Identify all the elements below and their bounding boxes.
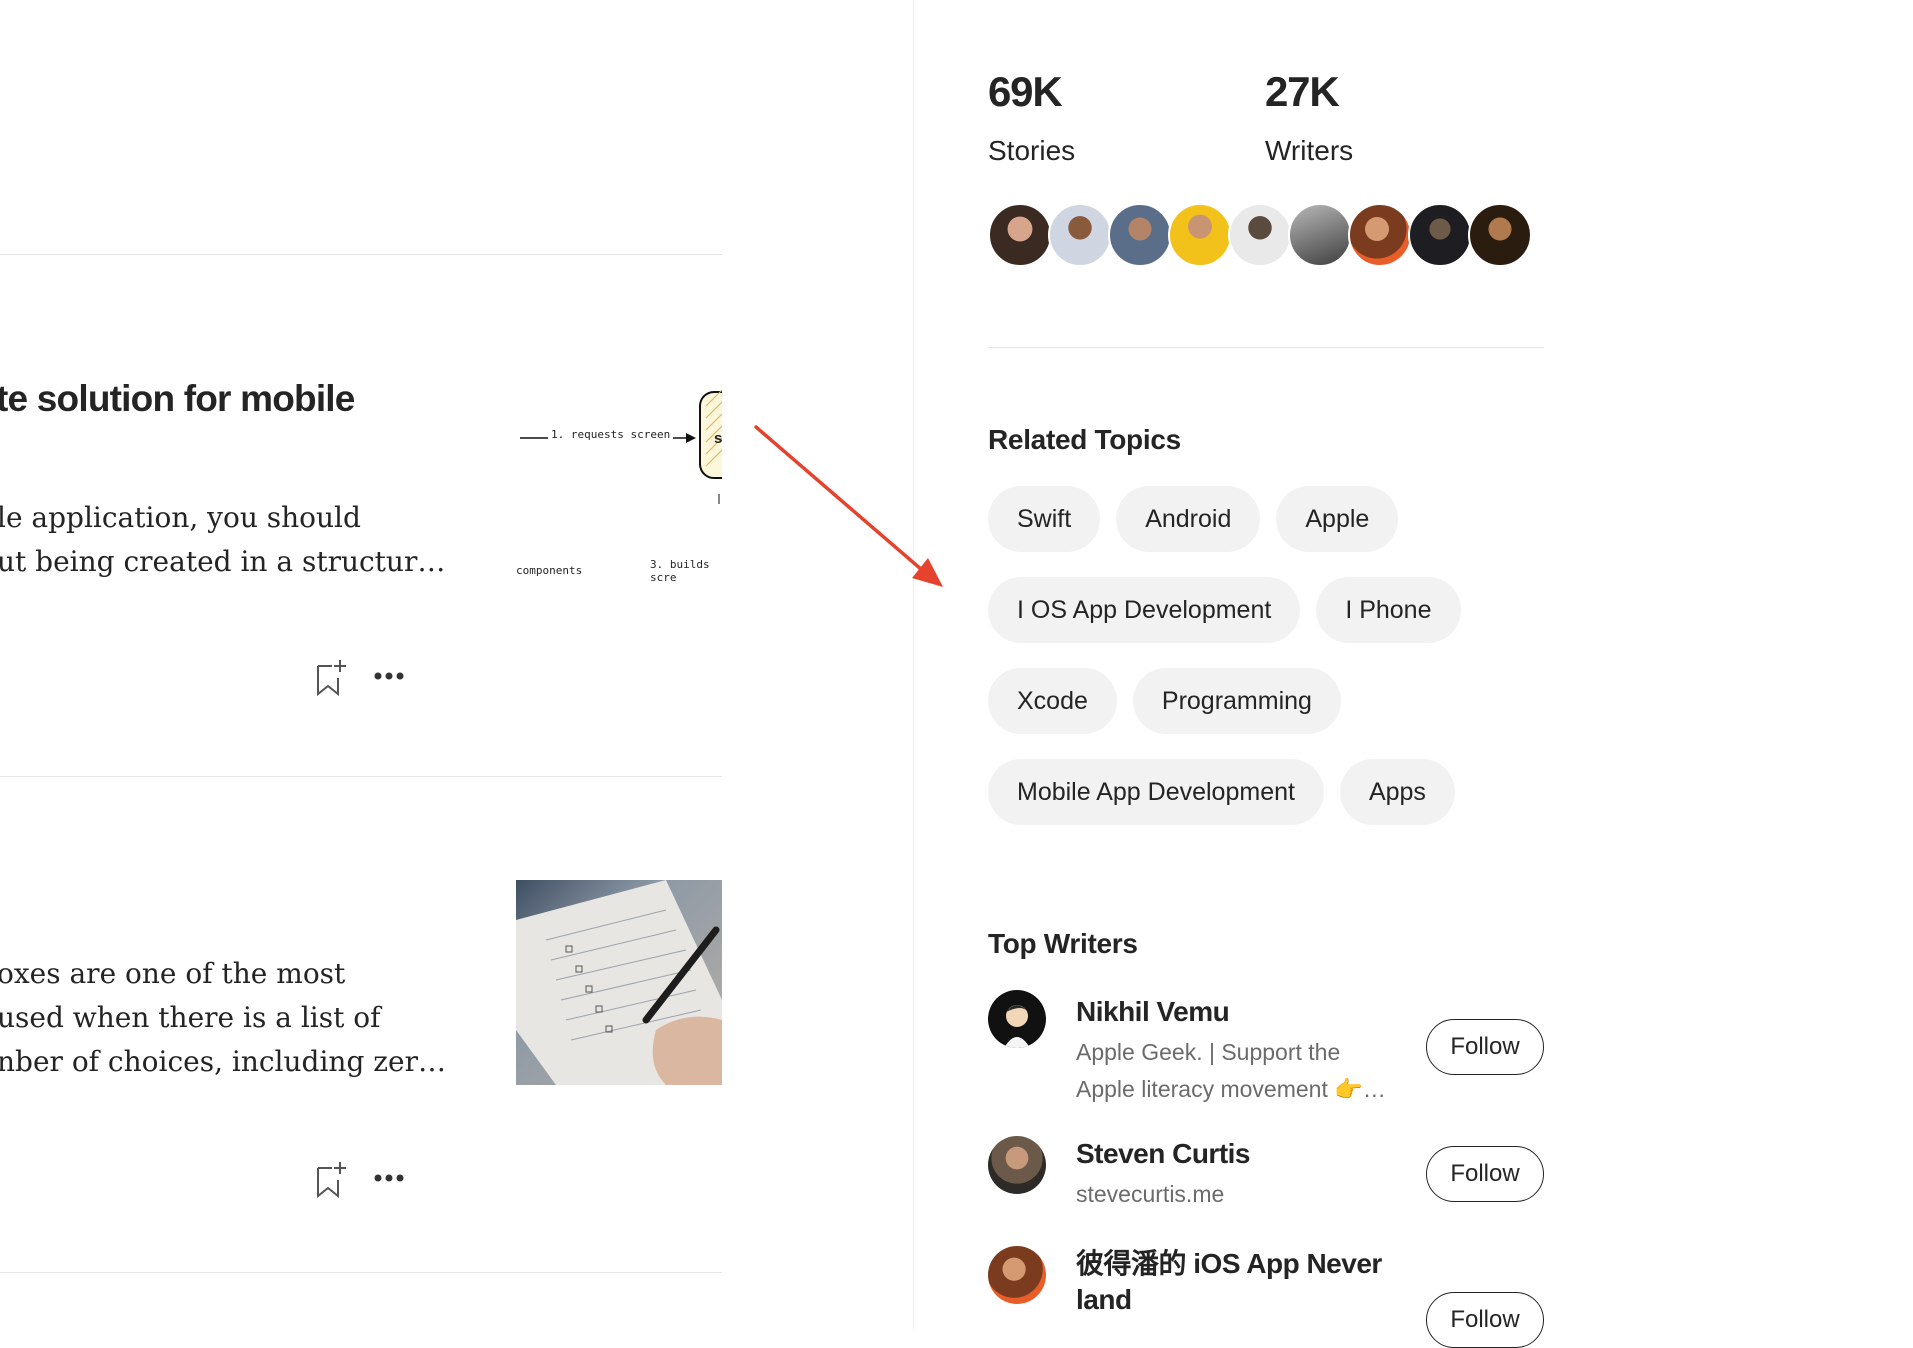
writer-item: Nikhil Vemu Apple Geek. | Support the Ap…: [988, 990, 1544, 1110]
stat-label: Writers: [1265, 135, 1354, 166]
follow-button[interactable]: Follow: [1426, 1292, 1544, 1348]
top-writers-heading: Top Writers: [988, 928, 1138, 959]
writer-name[interactable]: Steven Curtis: [1076, 1136, 1251, 1172]
writer-avatar-stack: [988, 203, 1548, 269]
topic-chip[interactable]: Programming: [1132, 668, 1341, 734]
stat-label: Stories: [988, 135, 1076, 166]
bio-line: Apple literacy movement 👉…: [1076, 1076, 1386, 1102]
avatar[interactable]: [988, 990, 1046, 1048]
avatar[interactable]: [988, 1136, 1046, 1194]
avatar[interactable]: [1408, 203, 1472, 267]
topic-chip[interactable]: Swift: [988, 486, 1101, 552]
annotation-arrow-icon: [754, 425, 943, 587]
writer-name[interactable]: 彼得潘的 iOS App Never land: [1076, 1246, 1382, 1318]
bio-line: stevecurtis.me: [1076, 1181, 1225, 1207]
topic-chip[interactable]: I Phone: [1316, 577, 1461, 643]
writer-name[interactable]: Nikhil Vemu: [1076, 994, 1230, 1030]
avatar[interactable]: [1468, 203, 1532, 267]
avatar[interactable]: [1168, 203, 1232, 267]
avatar[interactable]: [1288, 203, 1352, 267]
avatar[interactable]: [988, 203, 1052, 267]
writer-name-line: 彼得潘的 iOS App Never: [1076, 1248, 1382, 1279]
avatar[interactable]: [1108, 203, 1172, 267]
sidebar: 69K Stories 27K Writers Related Topics S…: [988, 0, 1548, 1348]
follow-button[interactable]: Follow: [1426, 1146, 1544, 1202]
bio-line: Apple Geek. | Support the: [1076, 1039, 1341, 1065]
writer-item: Steven Curtis stevecurtis.me Follow: [988, 1136, 1544, 1226]
stat-writers: 27K Writers: [1265, 64, 1353, 168]
topic-chip[interactable]: I OS App Development: [988, 577, 1301, 643]
stat-value: 27K: [1265, 68, 1340, 115]
topic-chip[interactable]: Mobile App Development: [988, 759, 1324, 825]
writer-name-line: land: [1076, 1284, 1132, 1315]
follow-button[interactable]: Follow: [1426, 1019, 1544, 1075]
sidebar-divider: [988, 347, 1544, 348]
topic-chip[interactable]: Apps: [1339, 759, 1455, 825]
writer-item: 彼得潘的 iOS App Never land Follow: [988, 1246, 1544, 1348]
topic-chip[interactable]: Xcode: [988, 668, 1117, 734]
avatar[interactable]: [1348, 203, 1412, 267]
avatar[interactable]: [1228, 203, 1292, 267]
stat-stories: 69K Stories: [988, 64, 1075, 168]
related-topics-heading: Related Topics: [988, 424, 1181, 455]
stat-value: 69K: [988, 68, 1063, 115]
avatar[interactable]: [988, 1246, 1046, 1304]
memoji-avatar: [1004, 1005, 1030, 1048]
topic-chip[interactable]: Apple: [1276, 486, 1399, 552]
writer-bio: stevecurtis.me: [1076, 1176, 1224, 1213]
writer-bio: Apple Geek. | Support the Apple literacy…: [1076, 1034, 1386, 1108]
avatar[interactable]: [1048, 203, 1112, 267]
topic-chip[interactable]: Android: [1116, 486, 1261, 552]
